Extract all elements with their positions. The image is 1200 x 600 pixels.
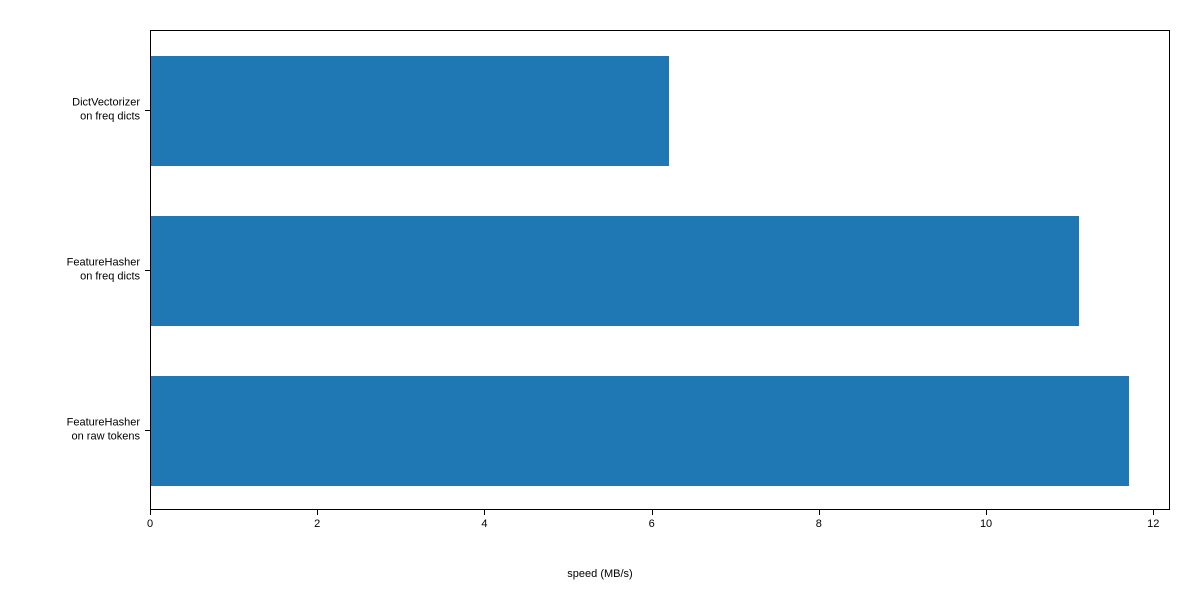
bar-featurehasher-freq: [151, 216, 1079, 326]
x-tick-label: 12: [1147, 518, 1159, 530]
x-tick-mark: [317, 510, 318, 515]
bar-dictvectorizer: [151, 56, 669, 166]
y-tick-label: DictVectorizer on freq dicts: [72, 96, 140, 125]
chart-container: DictVectorizer on freq dicts FeatureHash…: [0, 0, 1200, 600]
y-tick-mark: [145, 110, 150, 111]
x-tick-label: 8: [816, 518, 822, 530]
y-tick-mark: [145, 430, 150, 431]
x-tick-label: 6: [649, 518, 655, 530]
y-tick-mark: [145, 270, 150, 271]
x-tick-label: 4: [481, 518, 487, 530]
y-tick-label: FeatureHasher on freq dicts: [67, 256, 140, 285]
x-tick-mark: [986, 510, 987, 515]
x-tick-mark: [484, 510, 485, 515]
x-tick-label: 2: [314, 518, 320, 530]
x-axis-label: speed (MB/s): [567, 568, 632, 580]
x-tick-mark: [150, 510, 151, 515]
bar-featurehasher-raw: [151, 376, 1129, 486]
y-tick-label: FeatureHasher on raw tokens: [67, 416, 140, 445]
x-tick-mark: [652, 510, 653, 515]
x-tick-label: 0: [147, 518, 153, 530]
x-tick-label: 10: [980, 518, 992, 530]
plot-area: [150, 30, 1170, 510]
x-tick-mark: [1153, 510, 1154, 515]
x-tick-mark: [819, 510, 820, 515]
